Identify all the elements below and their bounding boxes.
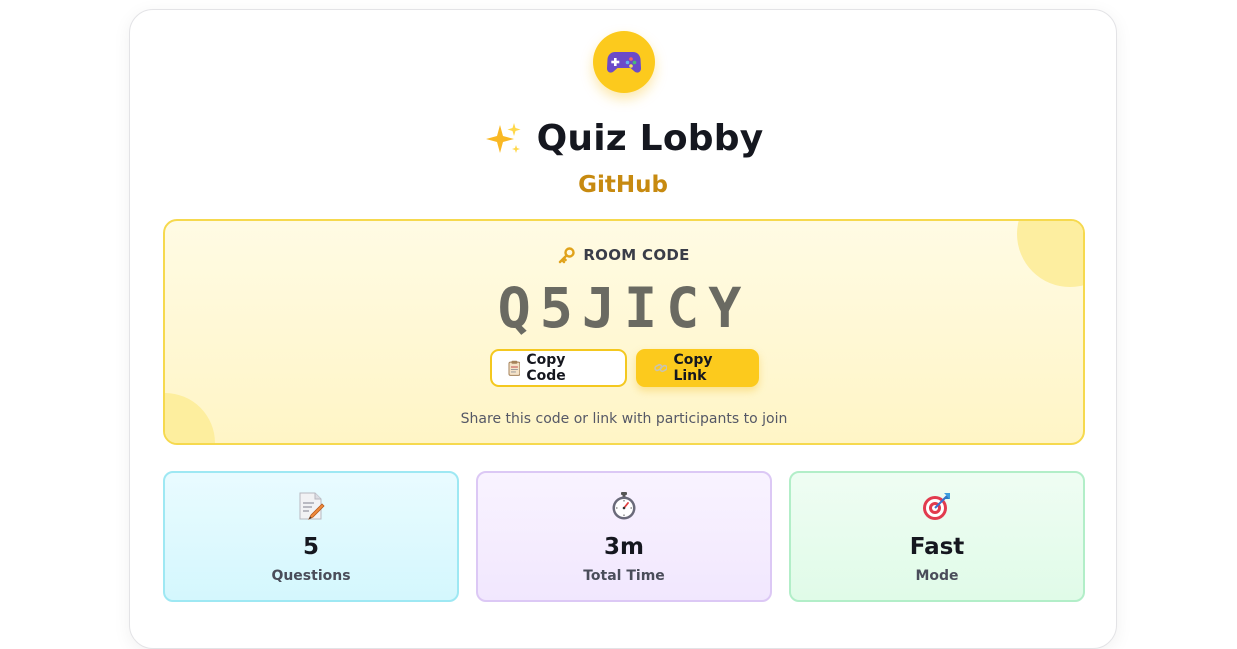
stat-label: Questions	[271, 568, 351, 584]
stat-value: 3m	[604, 534, 644, 560]
copy-link-label: Copy Link	[673, 352, 713, 384]
lobby-card: Quiz Lobby GitHub ROOM CODE Q5JICY Copy …	[129, 9, 1117, 649]
target-icon	[923, 493, 950, 520]
page-title: Quiz Lobby	[536, 118, 764, 159]
stat-label: Mode	[915, 568, 959, 584]
memo-icon	[299, 492, 325, 520]
stopwatch-icon	[612, 492, 636, 520]
room-code-label: ROOM CODE	[583, 246, 690, 264]
sparkles-icon	[485, 122, 521, 153]
stat-card-mode: Fast Mode	[789, 471, 1085, 602]
share-instructions: Share this code or link with participant…	[460, 411, 788, 427]
room-code-label-row: ROOM CODE	[165, 246, 1083, 264]
copy-code-label: Copy Code	[526, 352, 566, 384]
page-subtitle: GitHub	[578, 172, 668, 198]
clipboard-icon	[507, 360, 520, 376]
stats-row: 5 Questions 3m Total Time Fast Mode	[163, 471, 1085, 602]
title-row: Quiz Lobby	[130, 118, 1116, 159]
key-icon	[559, 246, 576, 263]
stat-card-total-time: 3m Total Time	[476, 471, 772, 602]
room-code-panel: ROOM CODE Q5JICY Copy Code Copy Link Sha…	[163, 219, 1085, 445]
room-actions: Copy Code Copy Link	[165, 349, 1083, 387]
copy-code-button[interactable]: Copy Code	[489, 349, 627, 387]
stat-label: Total Time	[583, 568, 665, 584]
room-code-value: Q5JICY	[497, 276, 751, 340]
copy-link-button[interactable]: Copy Link	[635, 349, 759, 387]
game-controller-icon	[607, 52, 641, 73]
logo-badge	[593, 31, 655, 93]
stat-card-questions: 5 Questions	[163, 471, 459, 602]
stat-value: Fast	[909, 534, 965, 560]
link-icon	[653, 363, 668, 373]
stat-value: 5	[302, 534, 319, 560]
